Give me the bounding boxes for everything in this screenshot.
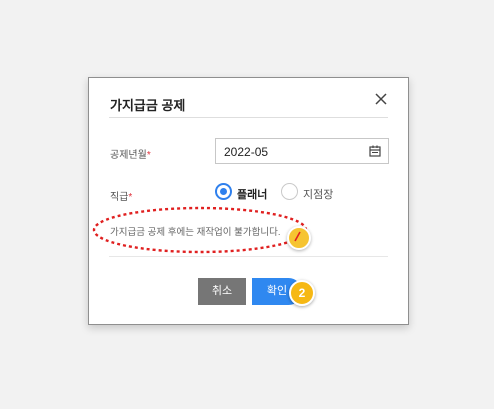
step-badge: 2 [289, 280, 315, 306]
close-icon[interactable] [374, 92, 388, 106]
radio-branch-manager-label[interactable]: 지점장 [303, 186, 333, 202]
month-field-label: 공제년월* [110, 146, 151, 161]
month-date-picker[interactable]: 2022-05 [215, 138, 389, 164]
pointer-marker [287, 226, 311, 250]
cancel-button[interactable]: 취소 [198, 278, 246, 305]
deduction-dialog: 가지급금 공제 공제년월* 2022-05 직급* 플래너 지점장 가지급금 공… [88, 77, 409, 325]
position-label-text: 직급 [110, 192, 129, 203]
radio-planner-label[interactable]: 플래너 [237, 186, 267, 202]
calendar-icon[interactable] [369, 145, 381, 157]
required-mark: * [128, 192, 133, 203]
dialog-title: 가지급금 공제 [110, 98, 186, 113]
footer-divider [109, 256, 388, 257]
required-mark: * [146, 150, 151, 161]
month-label-text: 공제년월 [110, 150, 147, 161]
radio-branch-manager[interactable] [281, 183, 298, 200]
notice-text: 가지급금 공제 후에는 재작업이 불가합니다. [110, 227, 281, 238]
cursor-icon [294, 231, 301, 242]
header-divider [109, 117, 388, 118]
radio-planner[interactable] [215, 183, 232, 200]
month-value: 2022-05 [224, 145, 269, 159]
position-field-label: 직급* [110, 188, 132, 203]
